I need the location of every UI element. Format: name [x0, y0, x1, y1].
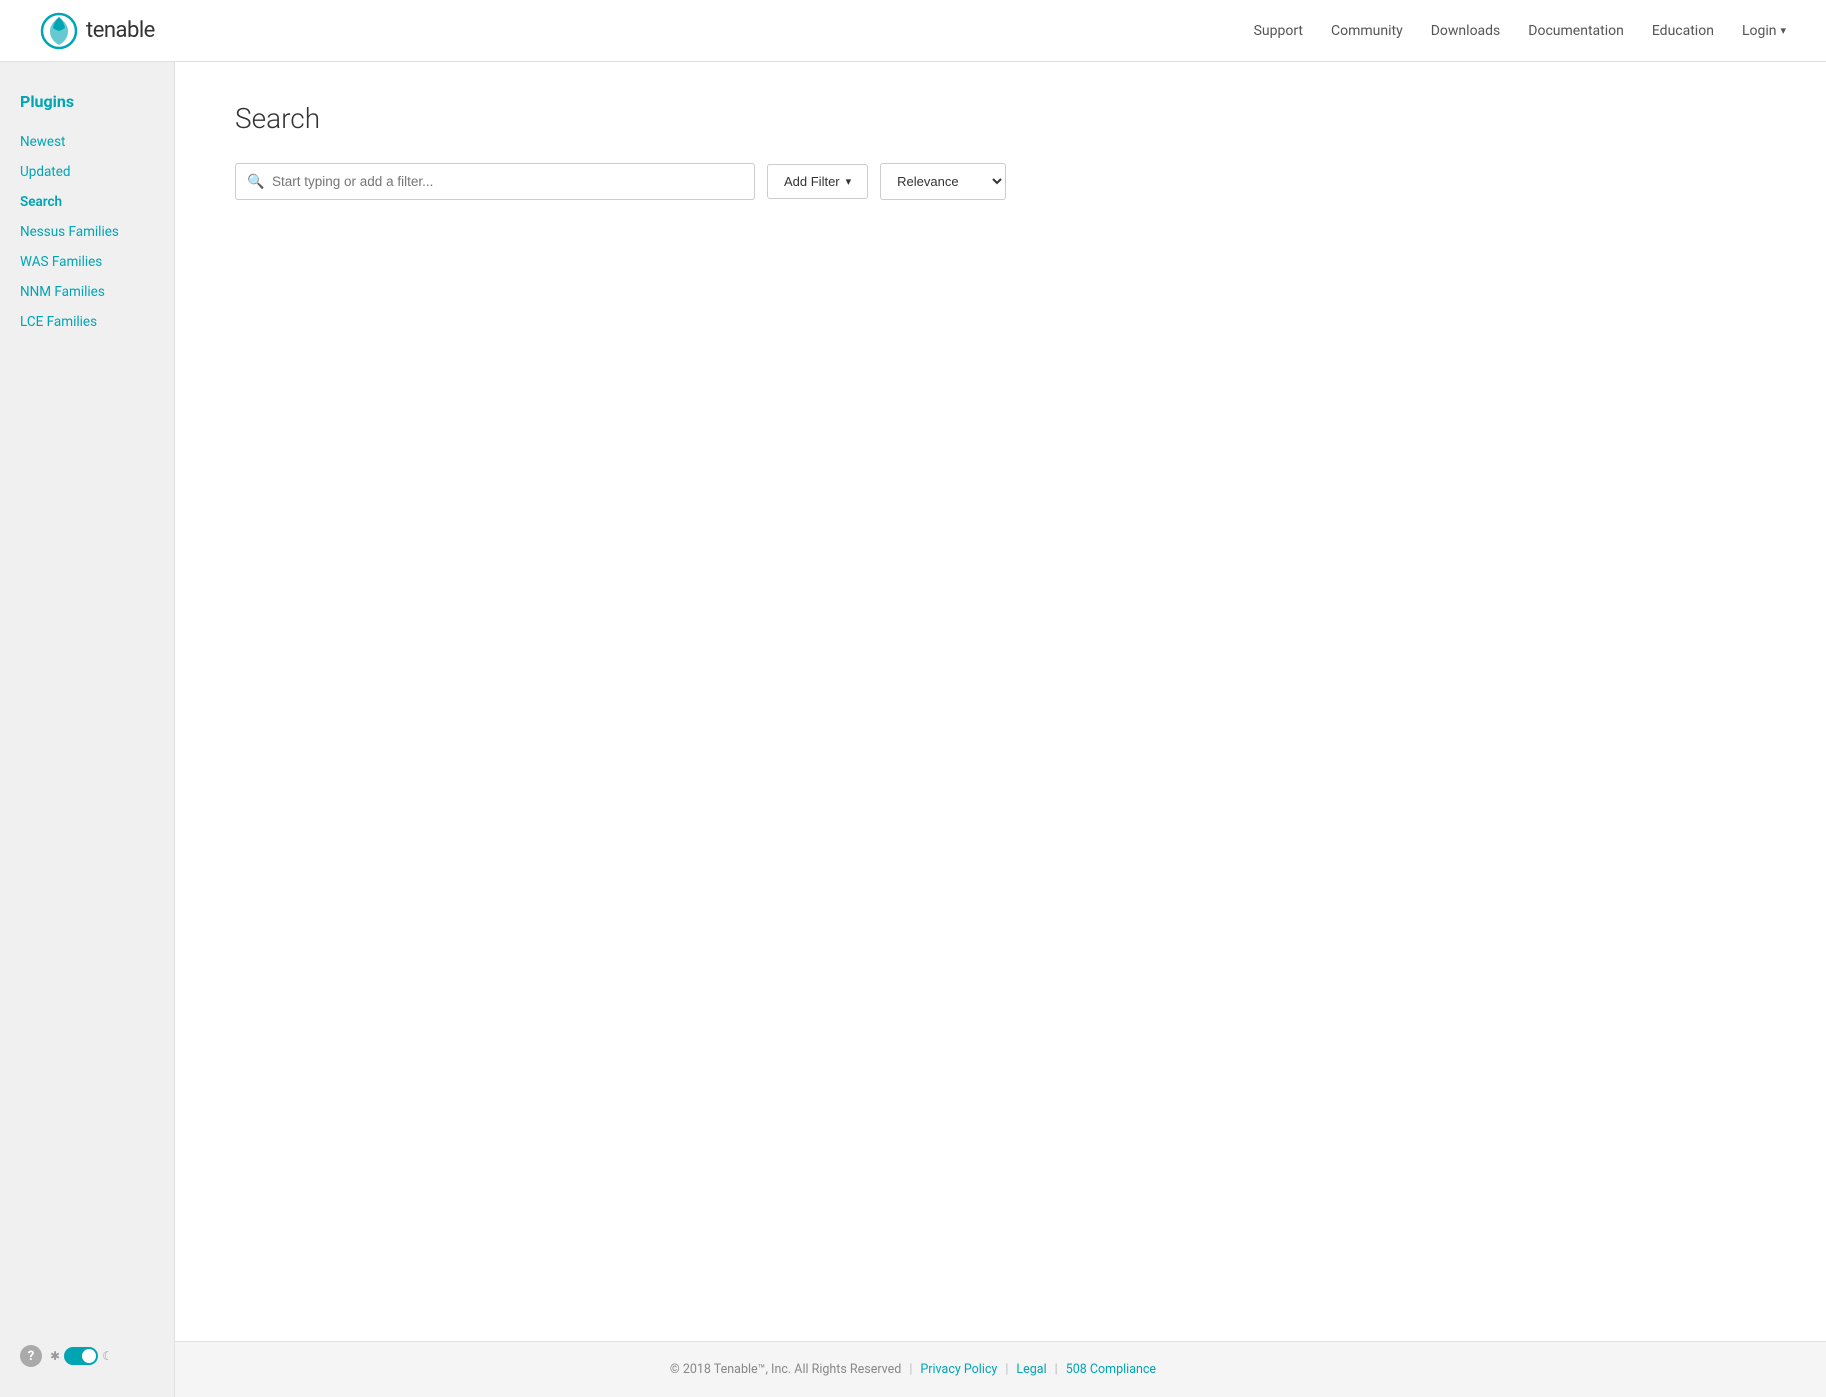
footer: © 2018 Tenable™, Inc. All Rights Reserve…: [0, 1341, 1826, 1397]
nav-education[interactable]: Education: [1652, 23, 1714, 39]
logo-text: tenable: [86, 18, 155, 43]
relevance-select[interactable]: Relevance Newest Oldest: [880, 163, 1006, 200]
page-wrapper: Plugins Newest Updated Search Nessus Fam…: [0, 62, 1826, 1341]
search-controls: 🔍 Add Filter Relevance Newest Oldest: [235, 163, 1766, 200]
tenable-logo-icon: [40, 12, 78, 50]
sidebar-item-lce-families[interactable]: LCE Families: [0, 307, 174, 337]
sidebar-item-search[interactable]: Search: [0, 187, 174, 217]
footer-links: © 2018 Tenable™, Inc. All Rights Reserve…: [670, 1362, 1156, 1377]
header: tenable Support Community Downloads Docu…: [0, 0, 1826, 62]
page-title: Search: [235, 102, 1766, 135]
sidebar-item-nessus-families[interactable]: Nessus Families: [0, 217, 174, 247]
main-content: Search 🔍 Add Filter Relevance Newest Old…: [175, 62, 1826, 1341]
sidebar-title: Plugins: [0, 82, 174, 127]
nav-support[interactable]: Support: [1254, 23, 1303, 39]
nav-documentation[interactable]: Documentation: [1528, 23, 1624, 39]
sidebar-item-was-families[interactable]: WAS Families: [0, 247, 174, 277]
footer-separator-2: |: [1005, 1362, 1008, 1377]
search-input-wrapper: 🔍: [235, 163, 755, 200]
search-icon: 🔍: [247, 174, 264, 190]
footer-legal[interactable]: Legal: [1016, 1362, 1046, 1377]
search-input[interactable]: [235, 163, 755, 200]
login-button[interactable]: Login: [1742, 23, 1786, 39]
add-filter-button[interactable]: Add Filter: [767, 164, 868, 199]
footer-separator-1: |: [909, 1362, 912, 1377]
nav-community[interactable]: Community: [1331, 23, 1403, 39]
sidebar-item-nnm-families[interactable]: NNM Families: [0, 277, 174, 307]
footer-privacy-policy[interactable]: Privacy Policy: [920, 1362, 997, 1377]
sidebar-item-newest[interactable]: Newest: [0, 127, 174, 157]
footer-separator-3: |: [1055, 1362, 1058, 1377]
main-nav: Support Community Downloads Documentatio…: [1254, 23, 1786, 39]
footer-copyright: © 2018 Tenable™, Inc. All Rights Reserve…: [670, 1362, 901, 1377]
nav-downloads[interactable]: Downloads: [1431, 23, 1501, 39]
footer-compliance[interactable]: 508 Compliance: [1066, 1362, 1156, 1377]
sidebar-item-updated[interactable]: Updated: [0, 157, 174, 187]
logo-area: tenable: [40, 12, 155, 50]
sidebar-nav: Newest Updated Search Nessus Families WA…: [0, 127, 174, 1329]
sidebar: Plugins Newest Updated Search Nessus Fam…: [0, 62, 175, 1397]
